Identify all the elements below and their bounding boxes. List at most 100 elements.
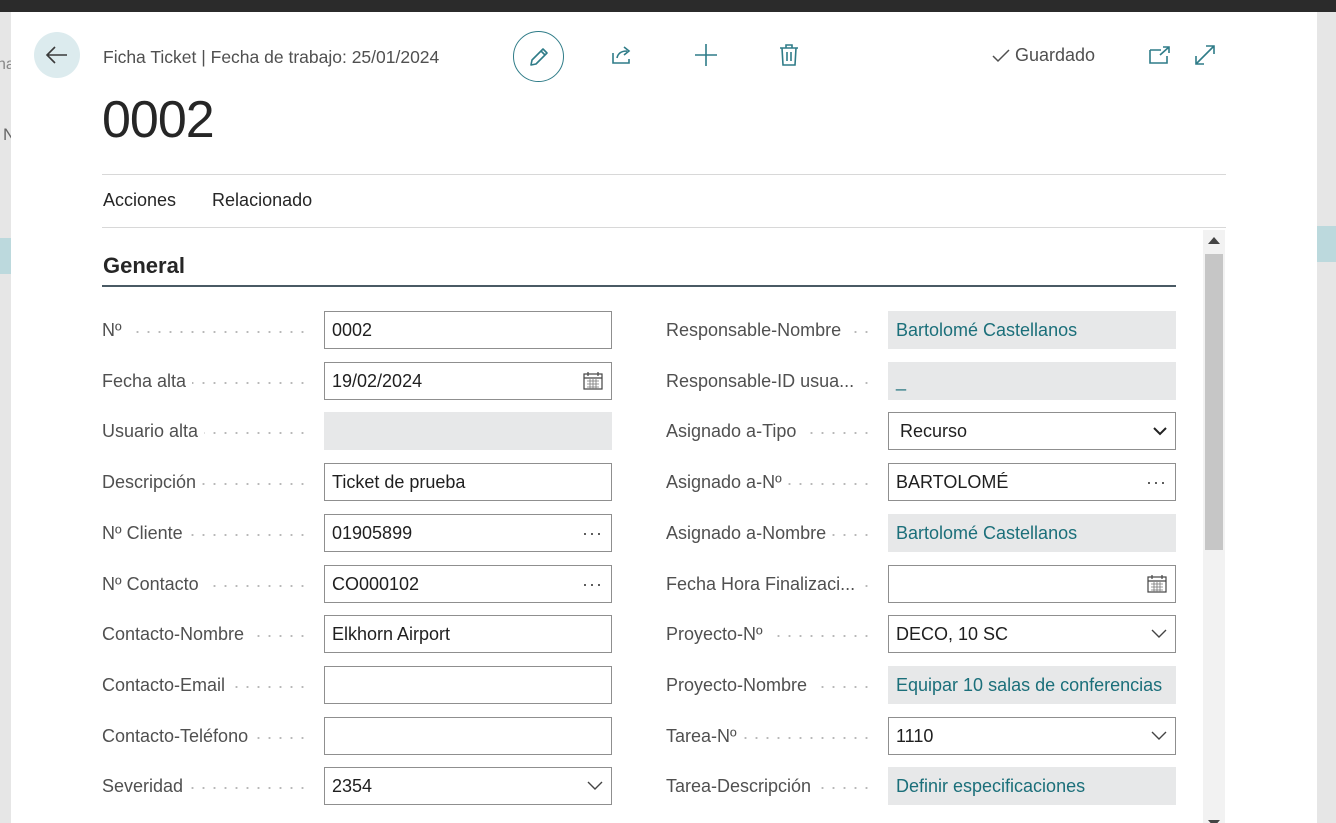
field-label: Fecha Hora Finalizaci... — [666, 565, 876, 603]
field-label: Contacto-Nombre — [102, 615, 312, 653]
field-value-text: Recurso — [900, 421, 968, 441]
field-value-text: Bartolomé Castellanos — [896, 320, 1078, 340]
field-input: Equipar 10 salas de conferencias — [888, 666, 1176, 704]
field-row: Usuario alta — [102, 412, 612, 450]
ellipsis-icon[interactable]: ··· — [1146, 467, 1167, 497]
field-suffix[interactable] — [1151, 718, 1167, 754]
field-row: Proyecto-Nombre Equipar 10 salas de confe… — [666, 666, 1176, 704]
scrollbar-thumb[interactable] — [1205, 254, 1223, 550]
window-top-bar — [0, 0, 1336, 12]
field-label: Nº Cliente — [102, 514, 312, 552]
field-row: Fecha Hora Finalizaci... — [666, 565, 1176, 603]
plus-icon — [695, 44, 717, 66]
field-suffix[interactable]: ··· — [582, 515, 603, 551]
menu-actions[interactable]: Acciones — [103, 190, 176, 211]
field-input[interactable]: Recurso — [888, 412, 1176, 450]
vertical-scrollbar[interactable] — [1203, 230, 1225, 823]
field-value-text: Definir especificaciones — [896, 776, 1086, 796]
background-selected-row — [1317, 226, 1336, 262]
field-label: Asignado a-Nombre — [666, 514, 876, 552]
field-suffix[interactable] — [587, 768, 603, 804]
field-suffix[interactable]: ··· — [1146, 464, 1167, 500]
field-suffix[interactable] — [1153, 413, 1167, 449]
field-suffix[interactable] — [1151, 616, 1167, 652]
field-suffix[interactable] — [583, 363, 603, 399]
chevron-down-icon[interactable] — [1151, 731, 1167, 741]
field-input[interactable]: CO000102 ··· — [324, 565, 612, 603]
field-label: Asignado a-Tipo — [666, 412, 876, 450]
field-label: Fecha alta — [102, 362, 312, 400]
field-input[interactable]: DECO, 10 SC — [888, 615, 1176, 653]
field-input: Bartolomé Castellanos — [888, 514, 1176, 552]
save-status: Guardado — [991, 45, 1095, 66]
field-input[interactable] — [888, 565, 1176, 603]
field-label: Nº Contacto — [102, 565, 312, 603]
field-label-text: Contacto-Nombre — [102, 624, 251, 644]
field-input[interactable]: 1110 — [888, 717, 1176, 755]
chevron-down-icon[interactable] — [587, 781, 603, 791]
field-label: Proyecto-Nº — [666, 615, 876, 653]
field-input[interactable]: 2354 — [324, 767, 612, 805]
section-divider — [102, 285, 1176, 287]
field-input[interactable]: 19/02/2024 — [324, 362, 612, 400]
field-row: Responsable-ID usua... _ — [666, 362, 1176, 400]
field-label: Nº — [102, 311, 312, 349]
open-new-window-button[interactable] — [1147, 42, 1173, 68]
edit-button[interactable] — [513, 31, 564, 82]
field-input[interactable]: BARTOLOMÉ ··· — [888, 463, 1176, 501]
field-suffix[interactable] — [1147, 566, 1167, 602]
field-input[interactable]: 0002 — [324, 311, 612, 349]
back-button[interactable] — [34, 32, 80, 78]
field-value-text: BARTOLOMÉ — [896, 472, 1009, 492]
field-value-text: CO000102 — [332, 574, 420, 594]
field-value-text: 1110 — [896, 726, 934, 746]
expand-button[interactable] — [1192, 42, 1218, 68]
field-label-text: Severidad — [102, 776, 190, 796]
field-input[interactable]: 01905899 ··· — [324, 514, 612, 552]
scroll-up-arrow-icon[interactable] — [1208, 237, 1220, 244]
field-label-text: Usuario alta — [102, 421, 205, 441]
share-button[interactable] — [609, 42, 635, 68]
field-row: Nº 0002 — [102, 311, 612, 349]
section-title-general[interactable]: General — [103, 253, 185, 279]
divider — [102, 227, 1226, 228]
field-label-text: Tarea-Descripción — [666, 776, 818, 796]
chevron-down-icon[interactable] — [1153, 426, 1167, 436]
field-row: Tarea-Nº 1110 — [666, 717, 1176, 755]
chevron-down-icon[interactable] — [1151, 629, 1167, 639]
new-button[interactable] — [693, 42, 719, 68]
field-input[interactable]: Elkhorn Airport — [324, 615, 612, 653]
field-label-text: Proyecto-Nº — [666, 624, 769, 644]
field-row: Tarea-Descripción Definir especificacione… — [666, 767, 1176, 805]
expand-icon — [1195, 45, 1215, 65]
field-value-text: Bartolomé Castellanos — [896, 523, 1078, 543]
field-label: Descripción — [102, 463, 312, 501]
field-label: Contacto-Email — [102, 666, 312, 704]
field-label-text: Fecha alta — [102, 371, 193, 391]
field-label-text: Nº Contacto — [102, 574, 205, 594]
ellipsis-icon[interactable]: ··· — [582, 569, 603, 599]
ellipsis-icon[interactable]: ··· — [582, 518, 603, 548]
delete-button[interactable] — [776, 42, 802, 68]
field-row: Asignado a-Nombre Bartolomé Castellanos — [666, 514, 1176, 552]
field-value-text: _ — [896, 371, 907, 391]
field-label-text: Nº — [102, 320, 128, 340]
trash-icon — [780, 44, 798, 66]
menu-related[interactable]: Relacionado — [212, 190, 312, 211]
field-row: Asignado a-Nº BARTOLOMÉ ··· — [666, 463, 1176, 501]
field-value-text: 19/02/2024 — [332, 371, 423, 391]
field-label-text: Responsable-Nombre — [666, 320, 848, 340]
background-page-left: na N — [0, 12, 15, 823]
calendar-icon[interactable] — [583, 372, 603, 390]
field-label: Usuario alta — [102, 412, 312, 450]
field-input[interactable]: Ticket de prueba — [324, 463, 612, 501]
calendar-icon[interactable] — [1147, 575, 1167, 593]
field-row: Proyecto-Nº DECO, 10 SC — [666, 615, 1176, 653]
field-row: Severidad 2354 — [102, 767, 612, 805]
field-row: Asignado a-Tipo Recurso — [666, 412, 1176, 450]
field-suffix[interactable]: ··· — [582, 566, 603, 602]
field-input[interactable] — [324, 717, 612, 755]
pencil-icon — [529, 47, 548, 66]
save-status-text: Guardado — [1015, 45, 1096, 65]
field-input[interactable] — [324, 666, 612, 704]
